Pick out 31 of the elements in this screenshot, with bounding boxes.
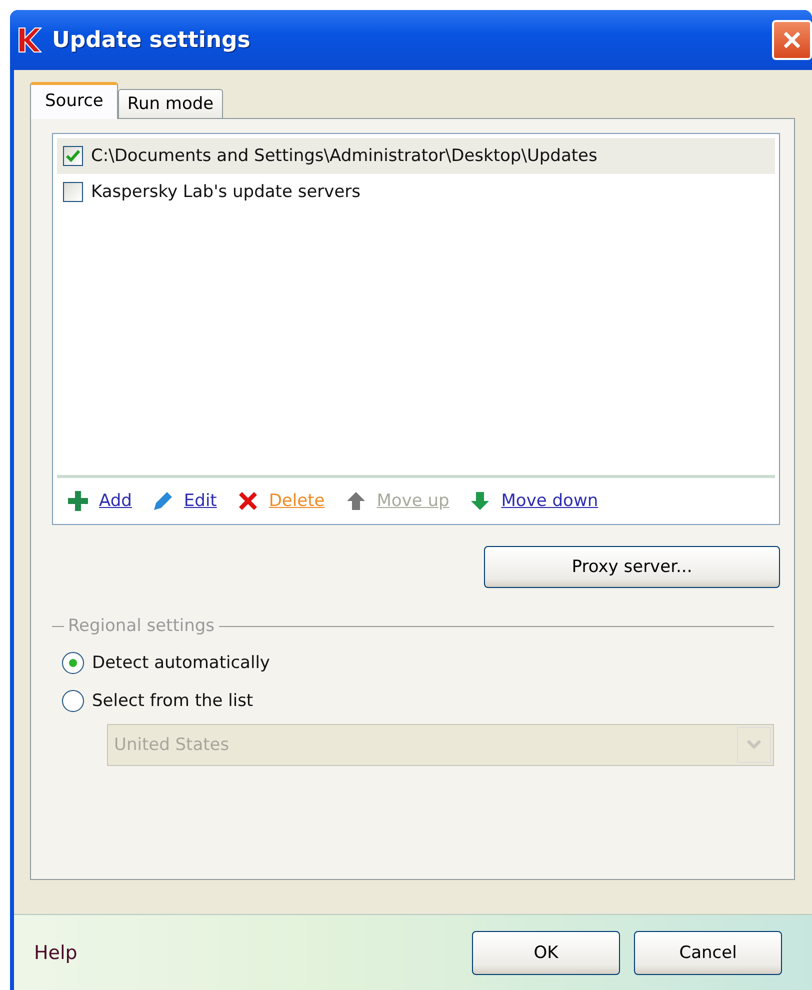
tab[interactable]: Run mode xyxy=(118,89,223,119)
cross-icon xyxy=(236,490,259,512)
plus-icon xyxy=(67,490,89,512)
source-row[interactable]: Kaspersky Lab's update servers xyxy=(57,174,775,210)
group-title: Regional settings xyxy=(68,616,215,636)
source-label: Kaspersky Lab's update servers xyxy=(91,182,361,202)
radio-option[interactable]: Detect automatically xyxy=(62,652,774,674)
dialog-button[interactable]: OK xyxy=(472,930,620,974)
proxy-server-button[interactable]: Proxy server... xyxy=(484,546,780,588)
radio-button[interactable] xyxy=(62,652,84,674)
chevron-down-icon xyxy=(747,740,761,750)
help-link[interactable]: Help xyxy=(34,942,458,964)
radio-button[interactable] xyxy=(62,690,84,712)
source-label: C:\Documents and Settings\Administrator\Desktop\Updates xyxy=(91,146,598,166)
pencil-icon xyxy=(152,490,174,512)
window-title: Update settings xyxy=(52,28,252,52)
source-row[interactable]: C:\Documents and Settings\Administrator\Desktop\Updates xyxy=(57,138,775,174)
action-link[interactable]: Edit xyxy=(184,491,217,511)
action-link[interactable]: Add xyxy=(99,491,132,511)
close-button[interactable] xyxy=(772,20,812,60)
dialog-button[interactable]: Cancel xyxy=(634,930,782,974)
close-icon xyxy=(782,30,802,50)
radio-option[interactable]: Select from the list xyxy=(62,690,774,712)
action-link[interactable]: Move down xyxy=(501,491,598,511)
arrow-down-icon xyxy=(469,490,492,512)
checkbox[interactable] xyxy=(63,146,83,166)
app-logo-icon xyxy=(18,27,44,53)
checkbox[interactable] xyxy=(63,182,83,202)
radio-dot-icon xyxy=(68,658,78,668)
tab[interactable]: Source xyxy=(30,82,118,119)
arrow-up-icon xyxy=(344,490,367,512)
